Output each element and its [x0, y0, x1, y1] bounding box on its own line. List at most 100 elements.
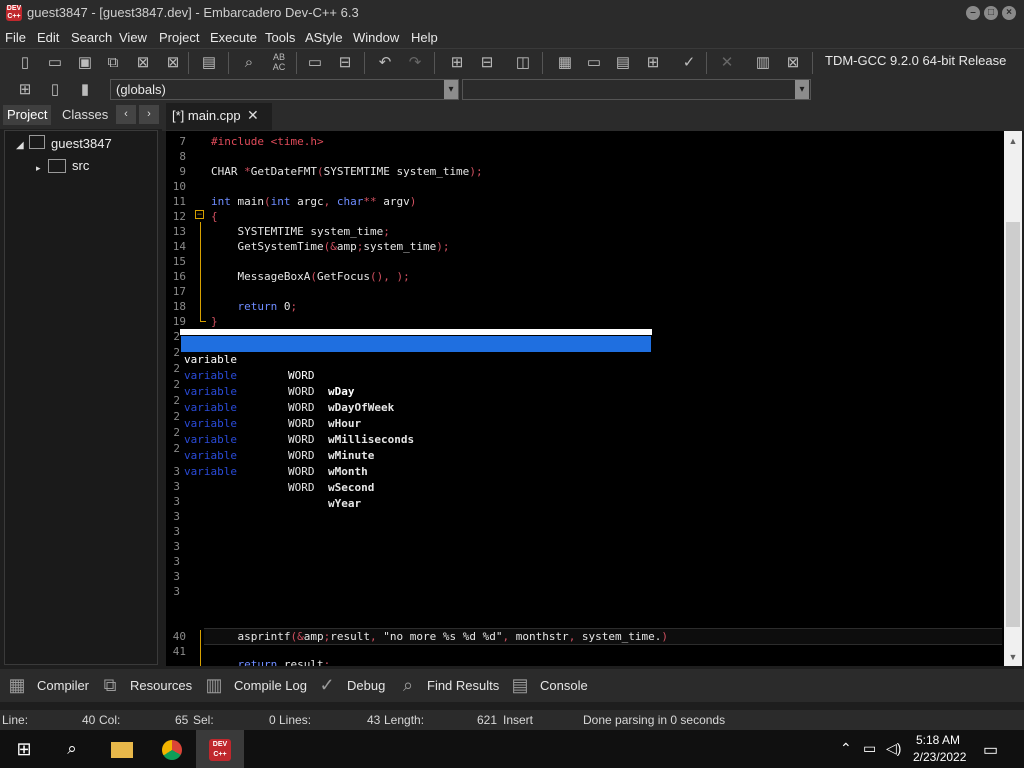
tab-debug[interactable]: Debug	[347, 678, 385, 693]
devcpp-taskbar-icon[interactable]: DEV C++	[196, 730, 244, 768]
syntax-check-icon[interactable]: ✓	[676, 51, 702, 75]
toggle-bookmark-icon[interactable]: ▯	[42, 78, 68, 102]
print-icon[interactable]: ▤	[196, 51, 222, 75]
compile-icon[interactable]: ▦	[552, 51, 578, 75]
run-icon[interactable]: ▭	[581, 51, 607, 75]
stop-execution-icon[interactable]: ✕	[714, 51, 740, 75]
code-line[interactable]: MessageBoxA(GetFocus(), );	[211, 270, 409, 283]
tree-folder-label[interactable]: src	[72, 158, 89, 173]
app-icon[interactable]: DEV C++	[6, 5, 22, 21]
completion-item[interactable]: variable WORD wMonth	[181, 416, 651, 478]
clock-date[interactable]: 2/23/2022	[913, 750, 966, 764]
redo-icon[interactable]: ↷	[402, 51, 428, 75]
minimize-button[interactable]: –	[966, 6, 980, 20]
scroll-down-icon[interactable]: ▼	[1004, 649, 1022, 666]
collapse-arrow-icon[interactable]: ▸	[36, 163, 41, 174]
menu-search[interactable]: Search	[71, 30, 112, 45]
code-line-current[interactable]: asprintf(&amp;result, "no more %s %d %d"…	[211, 630, 668, 643]
new-file-icon[interactable]: ▯	[12, 51, 38, 75]
network-icon[interactable]: ▭	[863, 740, 876, 757]
line-number: 2	[173, 362, 180, 375]
code-line[interactable]: return 0;	[211, 300, 298, 313]
tab-scroll-left-icon[interactable]: ‹	[116, 105, 136, 124]
completion-item[interactable]: variable WORD wDayOfWeek	[181, 352, 651, 414]
code-line[interactable]: }	[211, 315, 218, 328]
menu-project[interactable]: Project	[159, 30, 199, 45]
undo-icon[interactable]: ↶	[372, 51, 398, 75]
completion-item[interactable]: variable WORD wMilliseconds	[181, 384, 651, 446]
indent-icon[interactable]: ▭	[302, 51, 328, 75]
unindent-icon[interactable]: ⊟	[332, 51, 358, 75]
menu-window[interactable]: Window	[353, 30, 399, 45]
code-line[interactable]: return result;	[211, 658, 331, 666]
code-line[interactable]: SYSTEMTIME system_time;	[211, 225, 389, 238]
new-project-icon[interactable]: ⊞	[444, 51, 470, 75]
code-line[interactable]: int main(int argc, char** argv)	[211, 195, 416, 208]
tab-compiler[interactable]: Compiler	[37, 678, 89, 693]
delete-profile-icon[interactable]: ⊠	[780, 51, 806, 75]
clock-time[interactable]: 5:18 AM	[916, 733, 960, 747]
goto-bookmark-icon[interactable]: ▮	[72, 78, 98, 102]
tab-console[interactable]: Console	[540, 678, 588, 693]
tree-project-label[interactable]: guest3847	[51, 136, 112, 151]
code-line[interactable]: CHAR *GetDateFMT(SYSTEMTIME system_time)…	[211, 165, 483, 178]
completion-item[interactable]: variable WORD wDay	[181, 336, 651, 398]
insert-icon[interactable]: ⊞	[12, 78, 38, 102]
save-icon[interactable]: ▣	[72, 51, 98, 75]
close-file-icon[interactable]: ⊠	[130, 51, 156, 75]
rebuild-icon[interactable]: ⊞	[640, 51, 666, 75]
completion-item[interactable]: variable WORD wMinute	[181, 400, 651, 462]
expand-arrow-icon[interactable]: ◢	[16, 140, 24, 151]
tab-project[interactable]: Project	[3, 105, 52, 125]
compiler-select[interactable]: TDM-GCC 9.2.0 64-bit Release	[818, 50, 1024, 72]
line-number: 2	[173, 394, 180, 407]
replace-icon[interactable]: AB AC	[266, 51, 292, 75]
scroll-up-icon[interactable]: ▲	[1004, 133, 1022, 150]
tab-classes[interactable]: Classes	[58, 105, 112, 125]
fold-collapse-icon[interactable]: −	[195, 210, 204, 219]
notifications-icon[interactable]: ▭	[983, 740, 998, 760]
save-all-icon[interactable]: ⧉	[100, 51, 126, 75]
maximize-button[interactable]: □	[984, 6, 998, 20]
volume-icon[interactable]: ◁)	[886, 740, 901, 757]
compile-run-icon[interactable]: ▤	[610, 51, 636, 75]
windows-start-icon[interactable]: ⊞	[0, 730, 48, 768]
open-file-icon[interactable]: ▭	[42, 51, 68, 75]
menu-help[interactable]: Help	[411, 30, 438, 45]
member-combo[interactable]	[462, 79, 811, 100]
tab-compile-log[interactable]: Compile Log	[234, 678, 307, 693]
menu-execute[interactable]: Execute	[210, 30, 257, 45]
scrollbar-thumb[interactable]	[1006, 222, 1020, 627]
tray-chevron-icon[interactable]: ⌃	[840, 740, 852, 757]
menu-edit[interactable]: Edit	[37, 30, 59, 45]
completion-item[interactable]: variable WORD wHour	[181, 368, 651, 430]
scope-dropdown-arrow-icon[interactable]: ▾	[444, 80, 458, 99]
menu-file[interactable]: File	[5, 30, 26, 45]
profile-icon[interactable]: ▥	[750, 51, 776, 75]
chrome-icon[interactable]	[148, 730, 196, 768]
search-icon[interactable]: ⌕	[48, 730, 96, 768]
line-number: 3	[173, 540, 180, 553]
code-line[interactable]: GetSystemTime(&amp;system_time);	[211, 240, 449, 253]
menu-astyle[interactable]: AStyle	[305, 30, 343, 45]
find-icon[interactable]: ⌕	[236, 51, 262, 75]
close-button[interactable]: ×	[1002, 6, 1016, 20]
menu-view[interactable]: View	[119, 30, 147, 45]
completion-item[interactable]: variable WORD wYear	[181, 448, 651, 510]
status-col-label: Col:	[99, 713, 121, 727]
editor-tab-label[interactable]: [*] main.cpp	[172, 108, 241, 123]
line-number: 2	[173, 410, 180, 423]
tab-find-results[interactable]: Find Results	[427, 678, 499, 693]
goto-icon[interactable]: ◫	[510, 51, 536, 75]
completion-item[interactable]: variable WORD wSecond	[181, 432, 651, 494]
file-explorer-icon[interactable]	[98, 730, 146, 768]
member-dropdown-arrow-icon[interactable]: ▾	[795, 80, 809, 99]
code-line[interactable]: {	[211, 210, 218, 223]
close-all-icon[interactable]: ⊠	[160, 51, 186, 75]
tab-resources[interactable]: Resources	[130, 678, 192, 693]
tab-scroll-right-icon[interactable]: ›	[139, 105, 159, 124]
tab-close-icon[interactable]: ✕	[247, 107, 259, 124]
menu-tools[interactable]: Tools	[265, 30, 295, 45]
remove-project-icon[interactable]: ⊟	[474, 51, 500, 75]
code-line[interactable]: #include <time.h>	[211, 135, 324, 148]
